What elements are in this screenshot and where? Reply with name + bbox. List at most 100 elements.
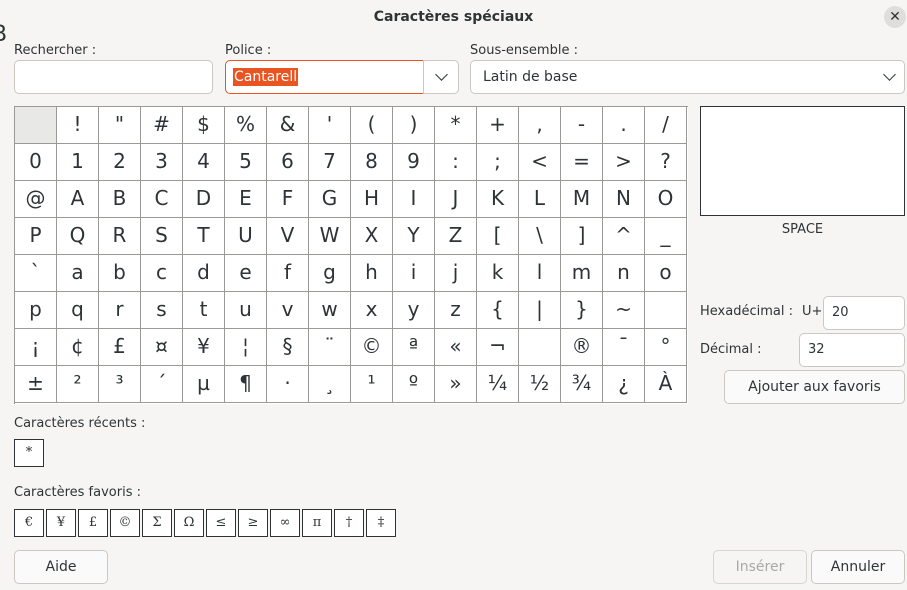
character-cell[interactable]: / [645,107,687,144]
character-cell[interactable]: \ [519,218,561,255]
character-cell[interactable]: O [645,181,687,218]
character-cell[interactable]: £ [99,329,141,366]
character-cell[interactable]: ~ [603,292,645,329]
favorite-character[interactable]: ≥ [238,509,268,537]
character-cell[interactable]: D [183,181,225,218]
character-cell[interactable]: s [141,292,183,329]
character-cell[interactable]: ¿ [603,366,645,403]
character-cell[interactable]: ¦ [225,329,267,366]
character-cell[interactable]: x [351,292,393,329]
character-cell[interactable]: ´ [141,366,183,403]
character-cell[interactable]: i [393,255,435,292]
character-cell[interactable]: _ [645,218,687,255]
character-cell[interactable]: - [561,107,603,144]
character-cell[interactable]: 9 [393,144,435,181]
character-cell[interactable]: 2 [99,144,141,181]
character-cell[interactable]: g [309,255,351,292]
character-cell[interactable]: » [435,366,477,403]
favorite-character[interactable]: † [334,509,364,537]
character-cell[interactable]: t [183,292,225,329]
character-cell[interactable]: G [309,181,351,218]
favorite-character[interactable]: ∞ [270,509,300,537]
character-cell[interactable]: ? [645,144,687,181]
character-cell[interactable]: < [519,144,561,181]
character-cell[interactable]: ( [351,107,393,144]
character-cell[interactable]: ^ [603,218,645,255]
character-cell[interactable]: À [645,366,687,403]
character-cell[interactable]: ! [57,107,99,144]
favorite-character[interactable]: ≤ [206,509,236,537]
character-cell[interactable]: E [225,181,267,218]
font-dropdown-button[interactable] [423,60,459,94]
character-cell[interactable]: ± [15,366,57,403]
character-cell[interactable]: : [435,144,477,181]
character-cell[interactable]: J [435,181,477,218]
character-cell[interactable]: l [519,255,561,292]
character-cell[interactable]: ¶ [225,366,267,403]
favorite-character[interactable]: Ω [174,509,204,537]
favorite-character[interactable]: © [110,509,140,537]
character-cell[interactable]: & [267,107,309,144]
character-cell[interactable]: p [15,292,57,329]
character-cell[interactable]: Q [57,218,99,255]
character-cell[interactable]: u [225,292,267,329]
favorite-character[interactable]: ¥ [46,509,76,537]
character-cell[interactable]: M [561,181,603,218]
character-cell[interactable]: , [519,107,561,144]
character-cell[interactable]: ` [15,255,57,292]
character-cell[interactable]: ¼ [477,366,519,403]
character-cell[interactable]: µ [183,366,225,403]
character-cell[interactable]: o [645,255,687,292]
character-cell[interactable]: ¬ [477,329,519,366]
character-cell[interactable]: k [477,255,519,292]
character-cell[interactable]: z [435,292,477,329]
character-cell[interactable]: Z [435,218,477,255]
character-cell[interactable]: } [561,292,603,329]
hex-input[interactable]: 20 [823,296,905,330]
character-cell[interactable]: T [183,218,225,255]
character-cell[interactable]: ] [561,218,603,255]
character-cell[interactable]: e [225,255,267,292]
character-cell[interactable]: d [183,255,225,292]
character-cell[interactable]: ³ [99,366,141,403]
character-cell[interactable]: ¥ [183,329,225,366]
character-cell[interactable]: ® [561,329,603,366]
subset-dropdown[interactable]: Latin de base [470,60,905,94]
cancel-button[interactable]: Annuler [811,550,905,584]
character-cell[interactable]: ¡ [15,329,57,366]
character-cell[interactable]: º [393,366,435,403]
character-cell[interactable]: ¨ [309,329,351,366]
character-cell[interactable]: C [141,181,183,218]
character-cell[interactable]: ¾ [561,366,603,403]
character-cell[interactable]: $ [183,107,225,144]
character-cell[interactable]: 3 [141,144,183,181]
character-cell[interactable]: { [477,292,519,329]
favorite-character[interactable]: £ [78,509,108,537]
character-cell[interactable]: A [57,181,99,218]
decimal-input[interactable]: 32 [799,333,905,367]
character-cell[interactable]: ¹ [351,366,393,403]
character-cell[interactable]: q [57,292,99,329]
character-cell[interactable]: b [99,255,141,292]
character-cell[interactable]: ° [645,329,687,366]
character-cell[interactable]: # [141,107,183,144]
character-cell[interactable]: 6 [267,144,309,181]
character-cell[interactable]: w [309,292,351,329]
character-cell[interactable]: * [435,107,477,144]
character-cell[interactable]: r [99,292,141,329]
character-cell[interactable]: P [15,218,57,255]
character-cell[interactable]: § [267,329,309,366]
character-cell[interactable] [519,329,561,366]
character-cell[interactable]: B [99,181,141,218]
character-cell[interactable]: N [603,181,645,218]
character-cell[interactable]: V [267,218,309,255]
search-input[interactable] [14,60,213,94]
character-cell[interactable]: 4 [183,144,225,181]
character-cell[interactable]: W [309,218,351,255]
insert-button[interactable]: Insérer [713,550,807,584]
character-cell[interactable]: @ [15,181,57,218]
favorite-character[interactable]: ‡ [366,509,396,537]
character-cell[interactable]: H [351,181,393,218]
character-cell[interactable]: L [519,181,561,218]
character-cell[interactable]: ¸ [309,366,351,403]
